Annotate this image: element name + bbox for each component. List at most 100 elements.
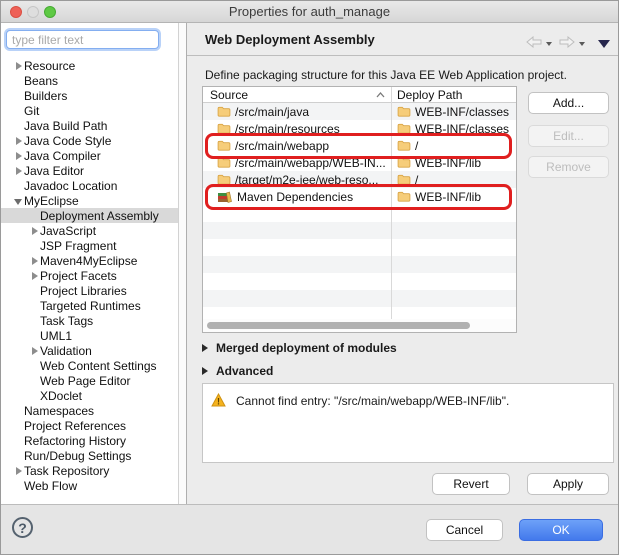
forward-icon[interactable]: [559, 35, 575, 53]
sidebar-item-uml1[interactable]: UML1: [1, 328, 180, 343]
sidebar-item-validation[interactable]: Validation: [1, 343, 180, 358]
sidebar: Resource Beans Builders Git Java Build P…: [1, 23, 187, 504]
maven-library-icon: [217, 191, 233, 203]
chevron-right-icon[interactable]: [29, 225, 40, 236]
apply-button[interactable]: Apply: [527, 473, 609, 495]
warning-icon: !: [211, 393, 226, 412]
advanced-section[interactable]: Advanced: [202, 364, 273, 378]
sidebar-item-label: Javadoc Location: [24, 179, 117, 193]
chevron-right-icon[interactable]: [29, 345, 40, 356]
table-row-highlighted[interactable]: Maven Dependencies WEB-INF/lib: [203, 188, 516, 205]
sidebar-item-builders[interactable]: Builders: [1, 88, 180, 103]
table-row[interactable]: /src/main/java WEB-INF/classes: [203, 103, 516, 120]
folder-icon: [217, 157, 231, 168]
sidebar-item-label: Project References: [24, 419, 126, 433]
deploy-path-label: WEB-INF/classes: [415, 122, 509, 136]
help-button[interactable]: ?: [12, 517, 33, 538]
indent-spacer: [13, 105, 24, 116]
page-title: Web Deployment Assembly: [205, 32, 375, 47]
chevron-right-icon: [202, 367, 208, 375]
remove-button[interactable]: Remove: [528, 156, 609, 178]
sidebar-scrollbar[interactable]: [178, 23, 186, 504]
sidebar-item-web-page-editor[interactable]: Web Page Editor: [1, 373, 180, 388]
sidebar-item-maven4myeclipse[interactable]: Maven4MyEclipse: [1, 253, 180, 268]
indent-spacer: [13, 450, 24, 461]
sidebar-item-label: Refactoring History: [24, 434, 126, 448]
table-row[interactable]: /src/main/resources WEB-INF/classes: [203, 120, 516, 137]
source-label: /src/main/resources: [235, 122, 340, 136]
sidebar-item-beans[interactable]: Beans: [1, 73, 180, 88]
deploy-path-label: /: [415, 139, 418, 153]
sidebar-item-myeclipse[interactable]: MyEclipse: [1, 193, 180, 208]
ok-button[interactable]: OK: [519, 519, 603, 541]
sidebar-item-web-content-settings[interactable]: Web Content Settings: [1, 358, 180, 373]
section-label: Merged deployment of modules: [216, 341, 397, 355]
sidebar-item-javadoc-location[interactable]: Javadoc Location: [1, 178, 180, 193]
sidebar-item-label: UML1: [40, 329, 72, 343]
table-row[interactable]: /src/main/webapp/WEB-IN... WEB-INF/lib: [203, 154, 516, 171]
chevron-right-icon[interactable]: [13, 165, 24, 176]
chevron-right-icon[interactable]: [29, 255, 40, 266]
edit-button[interactable]: Edit...: [528, 125, 609, 147]
scrollbar-thumb[interactable]: [207, 322, 470, 329]
sidebar-item-task-repository[interactable]: Task Repository: [1, 463, 180, 478]
table-row[interactable]: /target/m2e-jee/web-reso... /: [203, 171, 516, 188]
sidebar-item-project-facets[interactable]: Project Facets: [1, 268, 180, 283]
sidebar-item-targeted-runtimes[interactable]: Targeted Runtimes: [1, 298, 180, 313]
source-label: Maven Dependencies: [237, 190, 353, 204]
assembly-table: Source Deploy Path /src/main/java WEB-IN…: [202, 86, 517, 333]
horizontal-scrollbar[interactable]: [203, 319, 516, 332]
sidebar-item-jsp-fragment[interactable]: JSP Fragment: [1, 238, 180, 253]
column-divider[interactable]: [391, 87, 392, 319]
sidebar-item-java-editor[interactable]: Java Editor: [1, 163, 180, 178]
properties-dialog: Properties for auth_manage Resource Bean…: [0, 0, 619, 555]
view-menu-icon[interactable]: [598, 40, 610, 48]
source-cell: /src/main/java: [203, 105, 391, 119]
chevron-right-icon[interactable]: [13, 150, 24, 161]
sidebar-item-project-references[interactable]: Project References: [1, 418, 180, 433]
cancel-button[interactable]: Cancel: [426, 519, 503, 541]
column-header-label: Deploy Path: [397, 88, 462, 102]
sidebar-item-run-debug-settings[interactable]: Run/Debug Settings: [1, 448, 180, 463]
chevron-right-icon[interactable]: [13, 60, 24, 71]
filter-input[interactable]: [6, 30, 159, 49]
add-button[interactable]: Add...: [528, 92, 609, 114]
chevron-right-icon[interactable]: [29, 270, 40, 281]
merged-deployment-section[interactable]: Merged deployment of modules: [202, 341, 397, 355]
back-icon[interactable]: [526, 35, 542, 53]
sidebar-item-deployment-assembly[interactable]: Deployment Assembly: [1, 208, 180, 223]
deploy-path-cell: WEB-INF/classes: [391, 105, 509, 119]
source-column-header[interactable]: Source: [203, 88, 391, 102]
table-row-highlighted[interactable]: /src/main/webapp /: [203, 137, 516, 154]
sidebar-item-java-code-style[interactable]: Java Code Style: [1, 133, 180, 148]
sidebar-item-javascript[interactable]: JavaScript: [1, 223, 180, 238]
back-menu-icon[interactable]: [546, 42, 552, 46]
chevron-right-icon[interactable]: [13, 465, 24, 476]
sidebar-item-java-build-path[interactable]: Java Build Path: [1, 118, 180, 133]
folder-icon: [217, 140, 231, 151]
indent-spacer: [29, 300, 40, 311]
titlebar: Properties for auth_manage: [1, 1, 618, 23]
source-cell: Maven Dependencies: [203, 190, 391, 204]
deploy-path-column-header[interactable]: Deploy Path: [391, 88, 462, 102]
sidebar-item-git[interactable]: Git: [1, 103, 180, 118]
forward-menu-icon[interactable]: [579, 42, 585, 46]
sidebar-item-web-flow[interactable]: Web Flow: [1, 478, 180, 493]
revert-button[interactable]: Revert: [432, 473, 510, 495]
folder-icon: [397, 174, 411, 185]
sidebar-item-label: JSP Fragment: [40, 239, 116, 253]
indent-spacer: [29, 330, 40, 341]
sidebar-item-refactoring-history[interactable]: Refactoring History: [1, 433, 180, 448]
chevron-right-icon[interactable]: [13, 135, 24, 146]
sidebar-item-resource[interactable]: Resource: [1, 58, 180, 73]
sidebar-item-java-compiler[interactable]: Java Compiler: [1, 148, 180, 163]
sidebar-item-label: Beans: [24, 74, 58, 88]
chevron-down-icon[interactable]: [13, 195, 24, 206]
sidebar-item-project-libraries[interactable]: Project Libraries: [1, 283, 180, 298]
main-panel: Web Deployment Assembly Define packaging…: [187, 23, 619, 504]
sidebar-item-task-tags[interactable]: Task Tags: [1, 313, 180, 328]
sidebar-item-xdoclet[interactable]: XDoclet: [1, 388, 180, 403]
indent-spacer: [13, 420, 24, 431]
sidebar-item-label: Validation: [40, 344, 92, 358]
sidebar-item-namespaces[interactable]: Namespaces: [1, 403, 180, 418]
